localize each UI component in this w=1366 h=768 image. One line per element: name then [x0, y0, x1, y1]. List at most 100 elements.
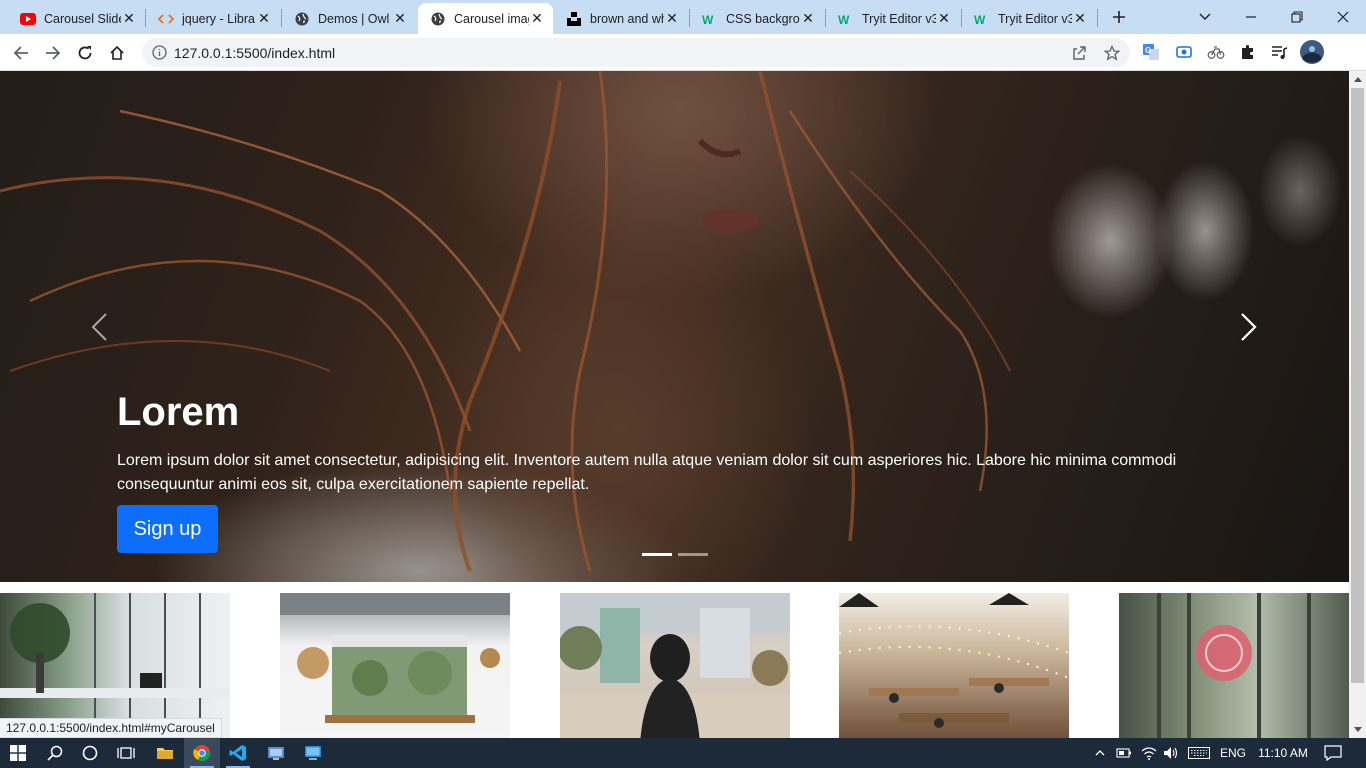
gallery-image-red-sign[interactable] [1119, 593, 1349, 738]
search-button[interactable] [37, 738, 73, 768]
control-panel-icon [268, 747, 284, 760]
media-controls-icon[interactable] [1269, 42, 1289, 62]
input-language-indicator[interactable]: ENG [1217, 738, 1249, 768]
tab-title: Demos | Owl [318, 11, 390, 26]
chevron-left-icon [91, 313, 107, 341]
home-button[interactable] [103, 39, 131, 67]
gallery-image-cafe[interactable] [839, 593, 1069, 738]
carousel-indicator-2[interactable] [678, 553, 708, 556]
carousel-prev-button[interactable] [80, 307, 120, 347]
chrome-taskbar-button[interactable] [184, 738, 220, 768]
close-icon[interactable]: ✕ [664, 10, 680, 27]
tab-brown-and-white[interactable]: brown and wh ✕ [554, 3, 688, 34]
close-icon[interactable]: ✕ [936, 10, 952, 27]
chevron-right-icon [1241, 313, 1257, 341]
search-icon [47, 745, 63, 761]
tab-search-button[interactable] [1182, 0, 1228, 34]
close-icon [1337, 11, 1349, 23]
scroll-thumb[interactable] [1351, 88, 1364, 683]
close-icon[interactable]: ✕ [392, 10, 408, 27]
new-tab-button[interactable] [1108, 6, 1130, 28]
close-icon[interactable]: ✕ [1072, 10, 1088, 27]
tab-jquery-library[interactable]: jquery - Libra ✕ [146, 3, 280, 34]
cortana-circle-icon [82, 745, 98, 761]
gallery-image-office[interactable] [0, 593, 230, 738]
show-hidden-icons-button[interactable] [1090, 738, 1110, 768]
monitor-icon [305, 746, 321, 760]
carousel-indicator-1[interactable] [642, 553, 672, 556]
tab-title: jquery - Libra [182, 11, 255, 26]
unsplash-icon [566, 11, 582, 27]
back-button[interactable] [7, 39, 35, 67]
gallery-image-window[interactable] [280, 593, 510, 738]
address-url: 127.0.0.1:5500/index.html [174, 45, 336, 61]
w3schools-icon: W [702, 11, 718, 27]
tab-title: Carousel Slide [44, 11, 121, 26]
tab-tryit-editor-1[interactable]: W Tryit Editor v3 ✕ [826, 3, 960, 34]
info-icon[interactable] [152, 45, 167, 60]
bike-extension-icon[interactable] [1206, 42, 1226, 62]
extensions-puzzle-icon[interactable] [1238, 42, 1258, 62]
share-icon[interactable] [1069, 43, 1089, 63]
profile-avatar[interactable] [1300, 40, 1324, 64]
plus-icon [1113, 11, 1125, 23]
reload-button[interactable] [71, 39, 99, 67]
restore-button[interactable] [1274, 0, 1320, 34]
battery-icon[interactable] [1114, 738, 1134, 768]
svg-text:G: G [1145, 46, 1151, 55]
remote-desktop-button[interactable] [295, 738, 331, 768]
globe-icon [294, 11, 310, 27]
tab-tryit-editor-2[interactable]: W Tryit Editor v3 ✕ [962, 3, 1096, 34]
w3schools-icon: W [838, 11, 854, 27]
close-icon[interactable]: ✕ [256, 10, 272, 27]
tab-css-background[interactable]: W CSS backgrou ✕ [690, 3, 824, 34]
minimize-button[interactable] [1228, 0, 1274, 34]
gallery-image-street[interactable] [560, 593, 790, 738]
reload-icon [78, 46, 92, 60]
tab-carousel-image[interactable]: Carousel imag ✕ [418, 3, 553, 34]
control-panel-button[interactable] [258, 738, 294, 768]
vscode-taskbar-button[interactable] [220, 738, 256, 768]
cortana-button[interactable] [72, 738, 108, 768]
tab-carousel-slide[interactable]: Carousel Slide ✕ [8, 3, 145, 34]
task-view-icon [117, 747, 135, 759]
windows-logo-icon [10, 745, 26, 761]
wifi-icon[interactable] [1139, 738, 1159, 768]
address-bar[interactable]: 127.0.0.1:5500/index.html [142, 38, 1130, 67]
google-translate-icon[interactable]: G [1141, 42, 1161, 62]
carousel-next-button[interactable] [1228, 307, 1268, 347]
vscode-icon [229, 745, 246, 761]
notifications-icon[interactable] [1318, 738, 1348, 768]
link-status-bar: 127.0.0.1:5500/index.html#myCarousel [0, 718, 222, 738]
task-view-button[interactable] [108, 738, 144, 768]
folder-icon [157, 748, 173, 759]
page-scrollbar[interactable] [1349, 71, 1366, 738]
scroll-up-arrow-icon[interactable] [1349, 71, 1366, 88]
scroll-down-arrow-icon[interactable] [1349, 721, 1366, 738]
volume-icon[interactable] [1161, 738, 1181, 768]
browser-toolbar: 127.0.0.1:5500/index.html G [0, 34, 1366, 71]
touch-keyboard-icon[interactable] [1185, 738, 1213, 768]
close-icon[interactable]: ✕ [121, 10, 137, 27]
tab-demos-owl[interactable]: Demos | Owl ✕ [282, 3, 416, 34]
sign-up-button[interactable]: Sign up [117, 505, 218, 553]
carousel-indicators [642, 553, 708, 556]
svg-text:W: W [702, 13, 714, 25]
close-window-button[interactable] [1320, 0, 1366, 34]
forward-button[interactable] [39, 39, 67, 67]
restore-icon [1291, 11, 1303, 23]
bookmark-star-icon[interactable] [1102, 43, 1122, 63]
windows-taskbar: ENG 11:10 AM [0, 738, 1366, 768]
file-explorer-button[interactable] [147, 738, 183, 768]
tab-separator [1097, 9, 1098, 27]
screen-recorder-icon[interactable] [1174, 42, 1194, 62]
close-icon[interactable]: ✕ [800, 10, 816, 27]
close-icon[interactable]: ✕ [529, 10, 545, 27]
carousel-text: Lorem ipsum dolor sit amet consectetur, … [117, 452, 1177, 493]
page-viewport: Lorem Lorem ipsum dolor sit amet consect… [0, 71, 1349, 738]
tab-title: Tryit Editor v3 [862, 11, 936, 26]
system-clock[interactable]: 11:10 AM [1253, 738, 1313, 768]
carousel-caption: Lorem Lorem ipsum dolor sit amet consect… [117, 389, 1197, 497]
image-gallery [0, 593, 1349, 738]
start-button[interactable] [0, 738, 36, 768]
